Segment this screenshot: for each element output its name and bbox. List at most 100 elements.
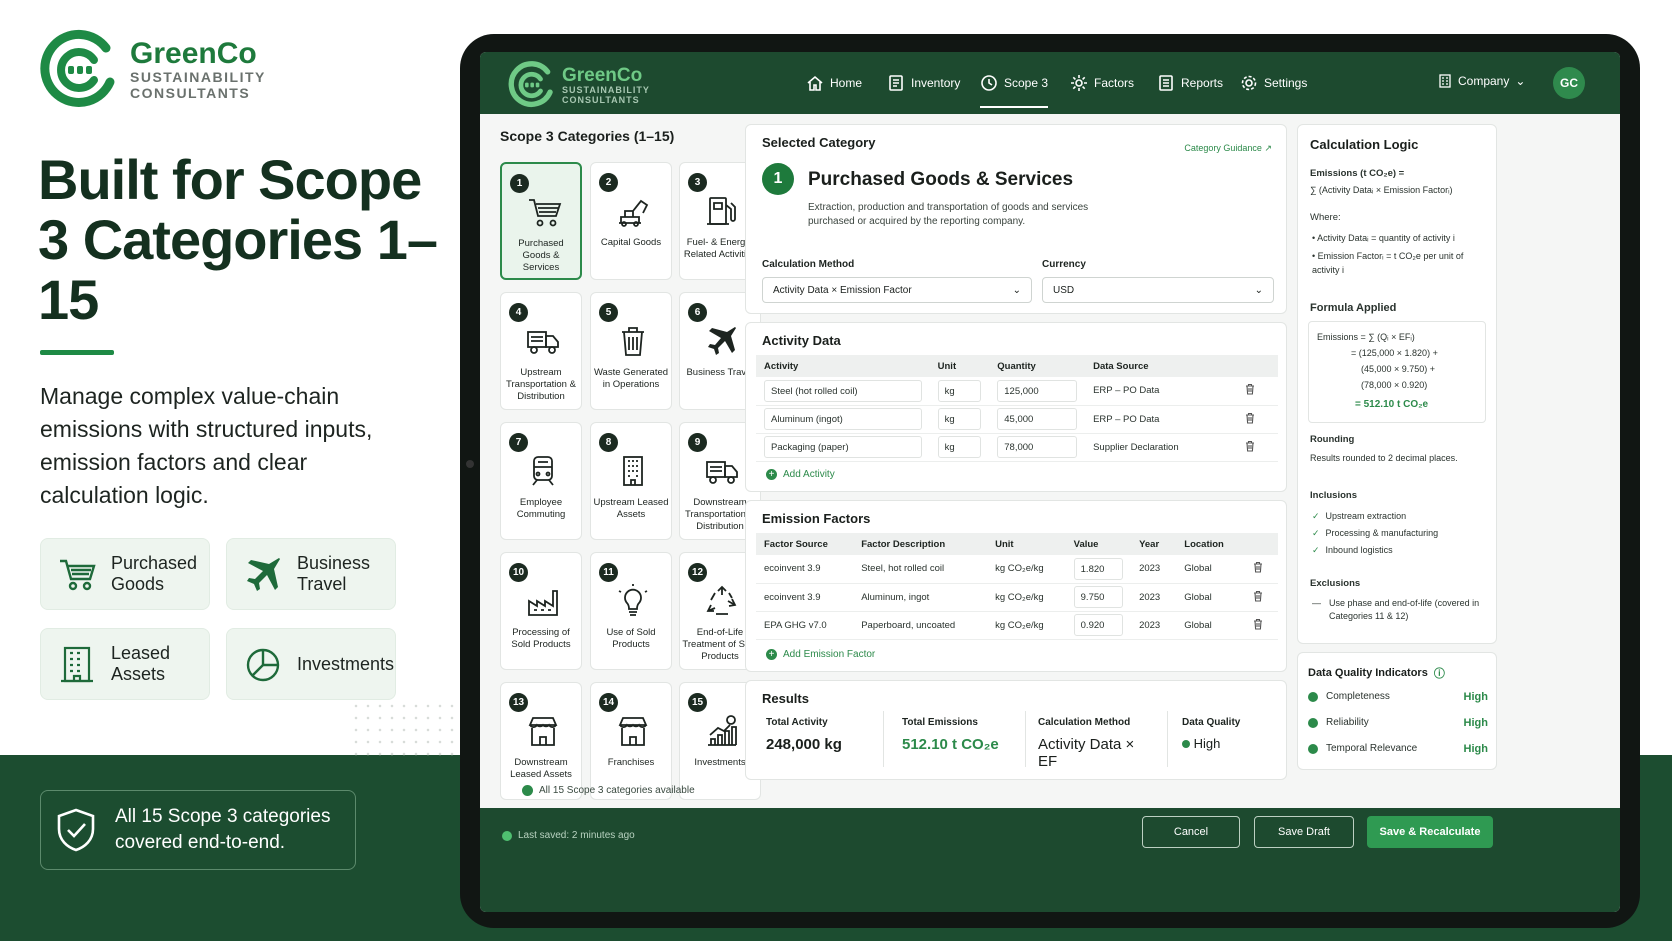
currency-select[interactable]: USD ⌄ xyxy=(1042,277,1274,303)
category-number: 7 xyxy=(509,433,528,452)
category-label: Franchises xyxy=(607,757,655,768)
shield-check-icon xyxy=(57,808,95,852)
trash-icon[interactable] xyxy=(1244,412,1256,424)
trash-icon[interactable] xyxy=(1244,383,1256,395)
cart-icon xyxy=(60,559,96,591)
table-cell: 2023 xyxy=(1131,611,1177,640)
headline: Built for Scope 3 Categories 1–15 xyxy=(38,148,438,331)
method-select[interactable]: Activity Data × Emission Factor ⌄ xyxy=(762,277,1032,303)
table-cell[interactable]: 45,000 xyxy=(989,405,1086,434)
app-brand-name: GreenCo xyxy=(562,64,643,86)
column-header xyxy=(1243,533,1278,555)
pie-chart-icon xyxy=(246,648,280,682)
formula-line-1: Emissions (t CO₂e) = xyxy=(1310,168,1405,179)
app-brand-sub-1: SUSTAINABILITY xyxy=(562,84,650,95)
fuel-pump-icon xyxy=(707,197,736,225)
nav-settings[interactable]: Settings xyxy=(1240,52,1307,114)
feature-business-travel: Business Travel xyxy=(226,538,396,610)
category-tile-14[interactable]: 14 Franchises xyxy=(590,682,672,800)
delete-row[interactable] xyxy=(1236,405,1278,434)
check-icon: ✓ xyxy=(1312,511,1320,521)
airplane-icon xyxy=(247,558,280,591)
category-tile-5[interactable]: 5 Waste Generated in Operations xyxy=(590,292,672,410)
brand-name: GreenCo xyxy=(130,37,257,70)
greenco-logo-icon xyxy=(508,61,553,107)
growth-chart-icon xyxy=(708,715,737,746)
trash-icon[interactable] xyxy=(1244,440,1256,452)
category-tile-1[interactable]: 1 Purchased Goods & Services xyxy=(500,162,582,280)
dash-icon: — xyxy=(1312,598,1321,608)
nav-home[interactable]: Home xyxy=(806,52,862,114)
nav-reports[interactable]: Reports xyxy=(1157,52,1223,114)
category-tile-8[interactable]: 8 Upstream Leased Assets xyxy=(590,422,672,540)
chevron-down-icon: ⌄ xyxy=(1254,284,1263,296)
category-tile-2[interactable]: 2 Capital Goods xyxy=(590,162,672,280)
category-tile-13[interactable]: 13 Downstream Leased Assets xyxy=(500,682,582,800)
results-title: Results xyxy=(762,691,809,706)
table-cell: Global xyxy=(1176,583,1244,612)
table-cell: Global xyxy=(1176,611,1244,640)
save-recalculate-button[interactable]: Save & Recalculate xyxy=(1367,816,1493,848)
category-tile-10[interactable]: 10 Processing of Sold Products xyxy=(500,552,582,670)
table-cell[interactable]: kg xyxy=(929,405,990,434)
feature-leased-assets: Leased Assets xyxy=(40,628,210,700)
trash-icon[interactable] xyxy=(1252,618,1264,630)
clipboard-icon xyxy=(889,75,903,91)
table-cell[interactable]: 0.920 xyxy=(1065,611,1132,640)
train-icon xyxy=(532,456,554,486)
table-cell[interactable]: Packaging (paper) xyxy=(756,433,930,462)
table-cell[interactable]: 78,000 xyxy=(989,433,1086,462)
save-draft-button[interactable]: Save Draft xyxy=(1254,816,1354,848)
delete-row[interactable] xyxy=(1243,611,1278,640)
table-cell[interactable]: kg xyxy=(929,433,990,462)
delete-row[interactable] xyxy=(1243,555,1278,584)
nav-factors[interactable]: Factors xyxy=(1070,52,1134,114)
category-guidance-link[interactable]: Category Guidance ↗ xyxy=(1184,143,1272,154)
table-cell[interactable]: 125,000 xyxy=(989,377,1086,406)
table-cell[interactable]: Aluminum (ingot) xyxy=(756,405,930,434)
chevron-down-icon: ⌄ xyxy=(1515,74,1526,88)
company-selector[interactable]: Company ⌄ xyxy=(1438,74,1525,88)
check-circle-icon xyxy=(522,785,533,796)
data-quality-card: Data Quality Indicators ⓘ Completeness Hig… xyxy=(1297,652,1497,770)
table-cell[interactable]: Steel (hot rolled coil) xyxy=(756,377,930,406)
column-header: Location xyxy=(1176,533,1244,555)
table-row: Steel (hot rolled coil) kg 125,000 ERP – PO… xyxy=(756,377,1278,406)
feature-label: Purchased Goods xyxy=(111,553,198,594)
exclusions-title: Exclusions xyxy=(1310,578,1361,589)
add-activity-button[interactable]: + Add Activity xyxy=(766,469,835,480)
table-cell[interactable]: 1.820 xyxy=(1065,555,1132,584)
app-logo[interactable]: GreenCo SUSTAINABILITY CONSULTANTS xyxy=(506,60,650,110)
trash-icon[interactable] xyxy=(1252,561,1264,573)
cancel-button[interactable]: Cancel xyxy=(1142,816,1240,848)
nav-scope-3[interactable]: Scope 3 xyxy=(980,52,1049,114)
delete-row[interactable] xyxy=(1236,433,1278,462)
table-cell: 2023 xyxy=(1131,555,1177,584)
table-cell: ecoinvent 3.9 xyxy=(756,555,854,584)
table-cell: 2023 xyxy=(1131,583,1177,612)
table-cell: Aluminum, ingot xyxy=(853,583,988,612)
delete-row[interactable] xyxy=(1243,583,1278,612)
emission-factors-card: Emission Factors Factor Source Factor Des… xyxy=(745,500,1287,672)
delete-row[interactable] xyxy=(1236,377,1278,406)
info-icon[interactable]: ⓘ xyxy=(1434,665,1445,681)
results-card: Results Total Activity 248,000 kg Total E… xyxy=(745,680,1287,780)
category-tile-7[interactable]: 7 Employee Commuting xyxy=(500,422,582,540)
category-tile-11[interactable]: 11 Use of Sold Products xyxy=(590,552,672,670)
dq-title: Data Quality Indicators ⓘ xyxy=(1308,665,1445,681)
inclusions-title: Inclusions xyxy=(1310,490,1357,501)
add-factor-button[interactable]: + Add Emission Factor xyxy=(766,649,875,660)
last-saved: Last saved: 2 minutes ago xyxy=(502,830,635,841)
selected-category-desc: Extraction, production and transportatio… xyxy=(808,202,1089,227)
table-cell: Supplier Declaration xyxy=(1085,433,1237,462)
factors-table: Factor Source Factor Description Unit Value… xyxy=(756,533,1278,640)
table-cell[interactable]: 9.750 xyxy=(1065,583,1132,612)
trash-icon[interactable] xyxy=(1252,590,1264,602)
nav-inventory[interactable]: Inventory xyxy=(887,52,960,114)
avatar[interactable]: GC xyxy=(1553,67,1585,99)
selected-category-heading: Selected Category xyxy=(762,135,876,150)
table-cell[interactable]: kg xyxy=(929,377,990,406)
category-tile-4[interactable]: 4 Upstream Transportation & Distribution xyxy=(500,292,582,410)
column-header: Quantity xyxy=(989,355,1086,377)
category-number: 8 xyxy=(599,433,618,452)
